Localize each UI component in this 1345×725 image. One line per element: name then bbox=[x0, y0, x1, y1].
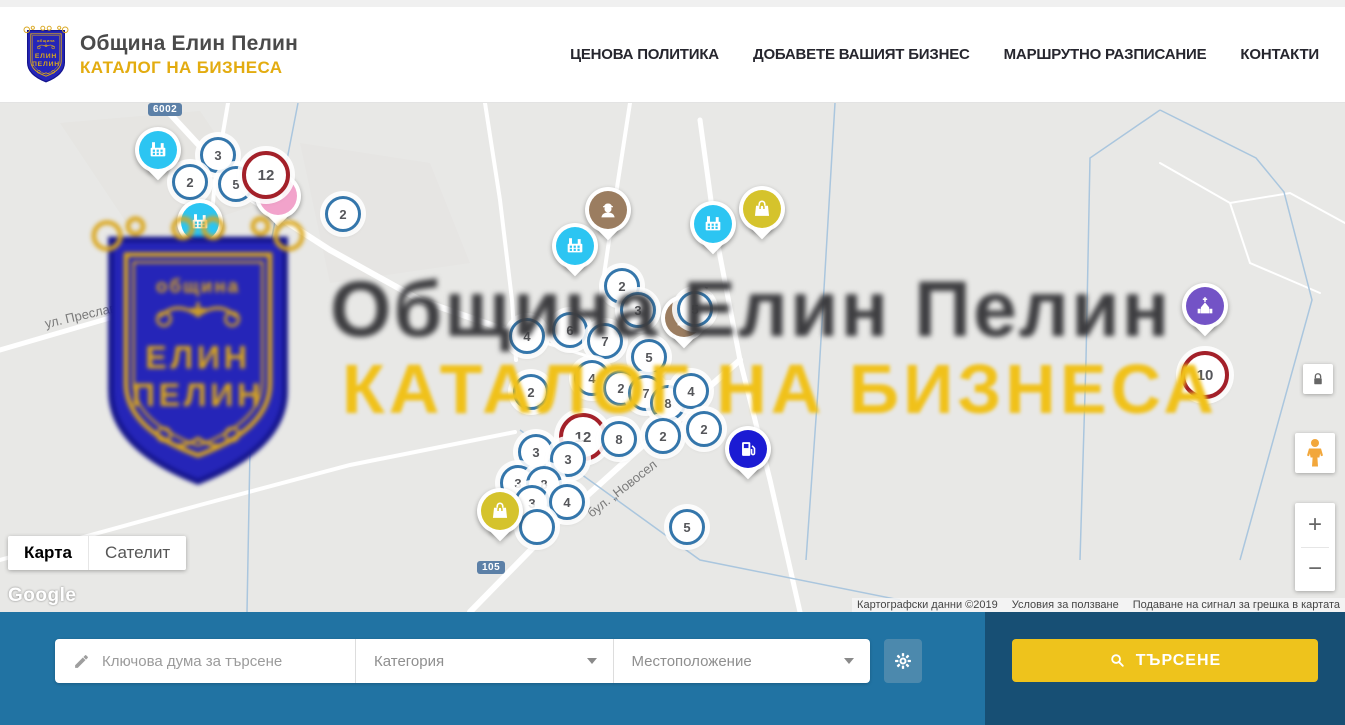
nav-contacts[interactable]: КОНТАКТИ bbox=[1240, 46, 1319, 63]
construction-worker-pin[interactable] bbox=[585, 187, 631, 245]
municipality-logo: община ЕЛИН ПЕЛИН bbox=[22, 24, 70, 86]
cluster-marker[interactable]: 4 bbox=[673, 373, 709, 409]
cluster-marker[interactable]: 5 bbox=[677, 291, 713, 327]
google-logo: Google bbox=[8, 585, 76, 607]
shopping-bag-pin[interactable] bbox=[739, 186, 785, 244]
cluster-marker[interactable]: 3 bbox=[620, 292, 656, 328]
main-nav: ЦЕНОВА ПОЛИТИКА ДОБАВЕТЕ ВАШИЯТ БИЗНЕС М… bbox=[570, 46, 1319, 63]
church-icon bbox=[1186, 287, 1224, 325]
cluster-marker[interactable]: 7 bbox=[587, 323, 623, 359]
gear-icon bbox=[893, 651, 913, 671]
category-select-value: Категория bbox=[374, 653, 444, 670]
factory-pin[interactable] bbox=[177, 199, 223, 257]
chevron-down-icon bbox=[844, 658, 854, 664]
factory-icon bbox=[694, 205, 732, 243]
shopping-bag-icon bbox=[481, 492, 519, 530]
map-type-map-button[interactable]: Карта bbox=[8, 536, 88, 570]
cluster-marker[interactable]: 2 bbox=[645, 418, 681, 454]
factory-pin[interactable] bbox=[135, 127, 181, 185]
search-button-label: ТЪРСЕНЕ bbox=[1136, 652, 1221, 670]
advanced-settings-button[interactable] bbox=[884, 639, 922, 683]
map-type-satellite-button[interactable]: Сателит bbox=[88, 536, 186, 570]
chevron-down-icon bbox=[587, 658, 597, 664]
cluster-marker[interactable]: 2 bbox=[325, 196, 361, 232]
factory-icon bbox=[139, 131, 177, 169]
nav-route-schedule[interactable]: МАРШРУТНО РАЗПИСАНИЕ bbox=[1004, 46, 1207, 63]
svg-text:ЕЛИН: ЕЛИН bbox=[35, 52, 57, 59]
cluster-marker[interactable]: 3 bbox=[518, 434, 554, 470]
page: община ЕЛИН ПЕЛИН Община Елин Пелин КАТА… bbox=[0, 0, 1345, 725]
pegman-icon bbox=[1303, 438, 1327, 468]
nav-pricing-policy[interactable]: ЦЕНОВА ПОЛИТИКА bbox=[570, 46, 719, 63]
search-filter-group: Категория Местоположение bbox=[55, 639, 870, 683]
category-select[interactable]: Категория bbox=[356, 639, 613, 683]
search-bar: Категория Местоположение bbox=[0, 612, 1345, 725]
cluster-marker[interactable]: 2 bbox=[686, 411, 722, 447]
location-select-value: Местоположение bbox=[632, 653, 752, 670]
fuel-pump-icon bbox=[729, 430, 767, 468]
map-markers: 325122236755424278412822333834510 bbox=[0, 103, 1345, 612]
lock-button[interactable] bbox=[1303, 364, 1333, 394]
svg-text:ПЕЛИН: ПЕЛИН bbox=[32, 60, 60, 67]
cluster-marker[interactable]: 4 bbox=[549, 484, 585, 520]
lock-icon bbox=[1309, 370, 1327, 388]
map-type-switch: Карта Сателит bbox=[8, 536, 186, 570]
brand[interactable]: община ЕЛИН ПЕЛИН Община Елин Пелин КАТА… bbox=[22, 24, 298, 86]
top-strip bbox=[0, 0, 1345, 7]
shopping-bag-icon bbox=[743, 190, 781, 228]
cluster-marker[interactable]: 2 bbox=[513, 374, 549, 410]
map-attribution: Картографски данни ©2019 Условия за полз… bbox=[852, 598, 1345, 612]
cluster-marker[interactable]: 5 bbox=[631, 339, 667, 375]
church-pin[interactable] bbox=[1182, 283, 1228, 341]
header: община ЕЛИН ПЕЛИН Община Елин Пелин КАТА… bbox=[0, 7, 1345, 103]
cluster-marker[interactable]: 5 bbox=[669, 509, 705, 545]
brand-title: Община Елин Пелин bbox=[80, 32, 298, 56]
cluster-marker[interactable] bbox=[519, 509, 555, 545]
shopping-bag-pin[interactable] bbox=[477, 488, 523, 546]
pegman-button[interactable] bbox=[1295, 433, 1335, 473]
search-submit-button[interactable]: ТЪРСЕНЕ bbox=[1012, 639, 1318, 682]
attribution-report-link[interactable]: Подаване на сигнал за грешка в картата bbox=[1133, 599, 1340, 611]
map-canvas[interactable]: ул. Преславбул. „Новоселци“6002105 32512… bbox=[0, 103, 1345, 612]
keyword-field-wrap bbox=[55, 639, 355, 683]
zoom-out-button[interactable]: − bbox=[1295, 548, 1335, 592]
zoom-control: + − bbox=[1295, 503, 1335, 591]
cluster-marker[interactable]: 12 bbox=[242, 151, 290, 199]
fuel-pump-pin[interactable] bbox=[725, 426, 771, 484]
svg-text:община: община bbox=[37, 37, 55, 42]
nav-add-your-business[interactable]: ДОБАВЕТЕ ВАШИЯТ БИЗНЕС bbox=[753, 46, 970, 63]
construction-worker-icon bbox=[589, 191, 627, 229]
keyword-search-input[interactable] bbox=[102, 653, 355, 670]
location-select[interactable]: Местоположение bbox=[614, 639, 871, 683]
cluster-marker[interactable]: 4 bbox=[509, 318, 545, 354]
factory-icon bbox=[181, 203, 219, 241]
attribution-terms-link[interactable]: Условия за ползване bbox=[1012, 599, 1119, 611]
attribution-data: Картографски данни ©2019 bbox=[857, 599, 998, 611]
search-icon bbox=[1109, 652, 1126, 669]
cluster-marker[interactable]: 6 bbox=[552, 312, 588, 348]
brand-subtitle: КАТАЛОГ НА БИЗНЕСА bbox=[80, 58, 298, 78]
factory-pin[interactable] bbox=[690, 201, 736, 259]
cluster-marker[interactable]: 8 bbox=[601, 421, 637, 457]
zoom-in-button[interactable]: + bbox=[1295, 503, 1335, 547]
pencil-icon bbox=[73, 653, 90, 670]
cluster-marker[interactable]: 10 bbox=[1181, 351, 1229, 399]
